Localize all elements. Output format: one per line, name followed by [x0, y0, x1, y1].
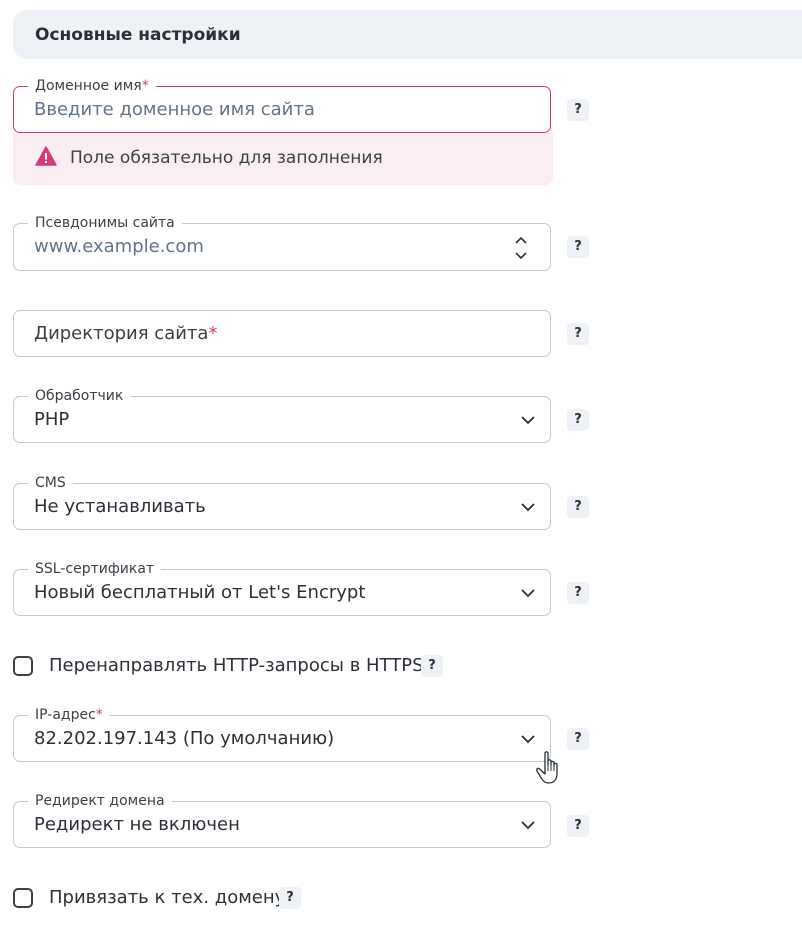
tech-domain-checkbox[interactable] [13, 888, 33, 908]
chevron-down-icon [521, 503, 535, 512]
domain-redirect-help-icon[interactable]: ? [567, 815, 589, 837]
domain-redirect-select[interactable]: Редирект домена Редирект не включен [13, 792, 551, 848]
ip-address-value: 82.202.197.143 (По умолчанию) [34, 728, 335, 749]
domain-redirect-value: Редирект не включен [34, 814, 240, 835]
site-directory-input[interactable]: Директория сайта* [34, 323, 217, 344]
ip-address-help-icon[interactable]: ? [567, 728, 589, 750]
chevron-down-icon [521, 416, 535, 425]
https-redirect-label[interactable]: Перенаправлять HTTP-запросы в HTTPS [49, 655, 424, 676]
chevron-down-icon [521, 589, 535, 598]
handler-value: PHP [34, 409, 70, 430]
domain-redirect-label: Редирект домена [28, 792, 172, 810]
handler-label: Обработчик [28, 387, 131, 405]
tech-domain-label[interactable]: Привязать к тех. домену [49, 887, 285, 908]
https-redirect-help-icon[interactable]: ? [421, 655, 443, 677]
ssl-certificate-label: SSL-сертификат [28, 560, 162, 578]
site-aliases-help-icon[interactable]: ? [567, 236, 589, 258]
domain-name-label: Доменное имя* [28, 77, 156, 95]
handler-help-icon[interactable]: ? [567, 409, 589, 431]
expand-collapse-icon[interactable] [514, 235, 528, 261]
handler-select[interactable]: Обработчик PHP [13, 387, 551, 443]
domain-name-input[interactable]: Введите доменное имя сайта [34, 99, 315, 120]
domain-name-field[interactable]: Доменное имя* Введите доменное имя сайта [13, 77, 551, 133]
https-redirect-checkbox[interactable] [13, 656, 33, 676]
chevron-down-icon [521, 821, 535, 830]
cms-help-icon[interactable]: ? [567, 496, 589, 518]
ssl-certificate-value: Новый бесплатный от Let's Encrypt [34, 582, 366, 603]
site-aliases-label: Псевдонимы сайта [28, 214, 182, 232]
cms-label: CMS [28, 474, 73, 492]
warning-icon [35, 146, 57, 166]
hand-pointer-icon [536, 751, 558, 784]
site-directory-help-icon[interactable]: ? [567, 323, 589, 345]
section-title: Основные настройки [35, 25, 241, 45]
ssl-certificate-select[interactable]: SSL-сертификат Новый бесплатный от Let's… [13, 560, 551, 616]
section-header: Основные настройки [13, 10, 802, 59]
domain-name-help-icon[interactable]: ? [567, 99, 589, 121]
chevron-down-icon [521, 735, 535, 744]
site-directory-field[interactable]: Директория сайта* [13, 310, 551, 357]
tech-domain-help-icon[interactable]: ? [279, 887, 301, 909]
cms-value: Не устанавливать [34, 496, 206, 517]
ip-address-label: IP-адрес* [28, 706, 110, 724]
ssl-certificate-help-icon[interactable]: ? [567, 582, 589, 604]
domain-name-error: Поле обязательно для заполнения [13, 133, 553, 185]
domain-name-error-text: Поле обязательно для заполнения [70, 148, 383, 168]
ip-address-select[interactable]: IP-адрес* 82.202.197.143 (По умолчанию) [13, 706, 551, 762]
cms-select[interactable]: CMS Не устанавливать [13, 474, 551, 530]
site-aliases-field[interactable]: Псевдонимы сайта www.example.com [13, 214, 551, 271]
site-aliases-input[interactable]: www.example.com [34, 236, 204, 257]
